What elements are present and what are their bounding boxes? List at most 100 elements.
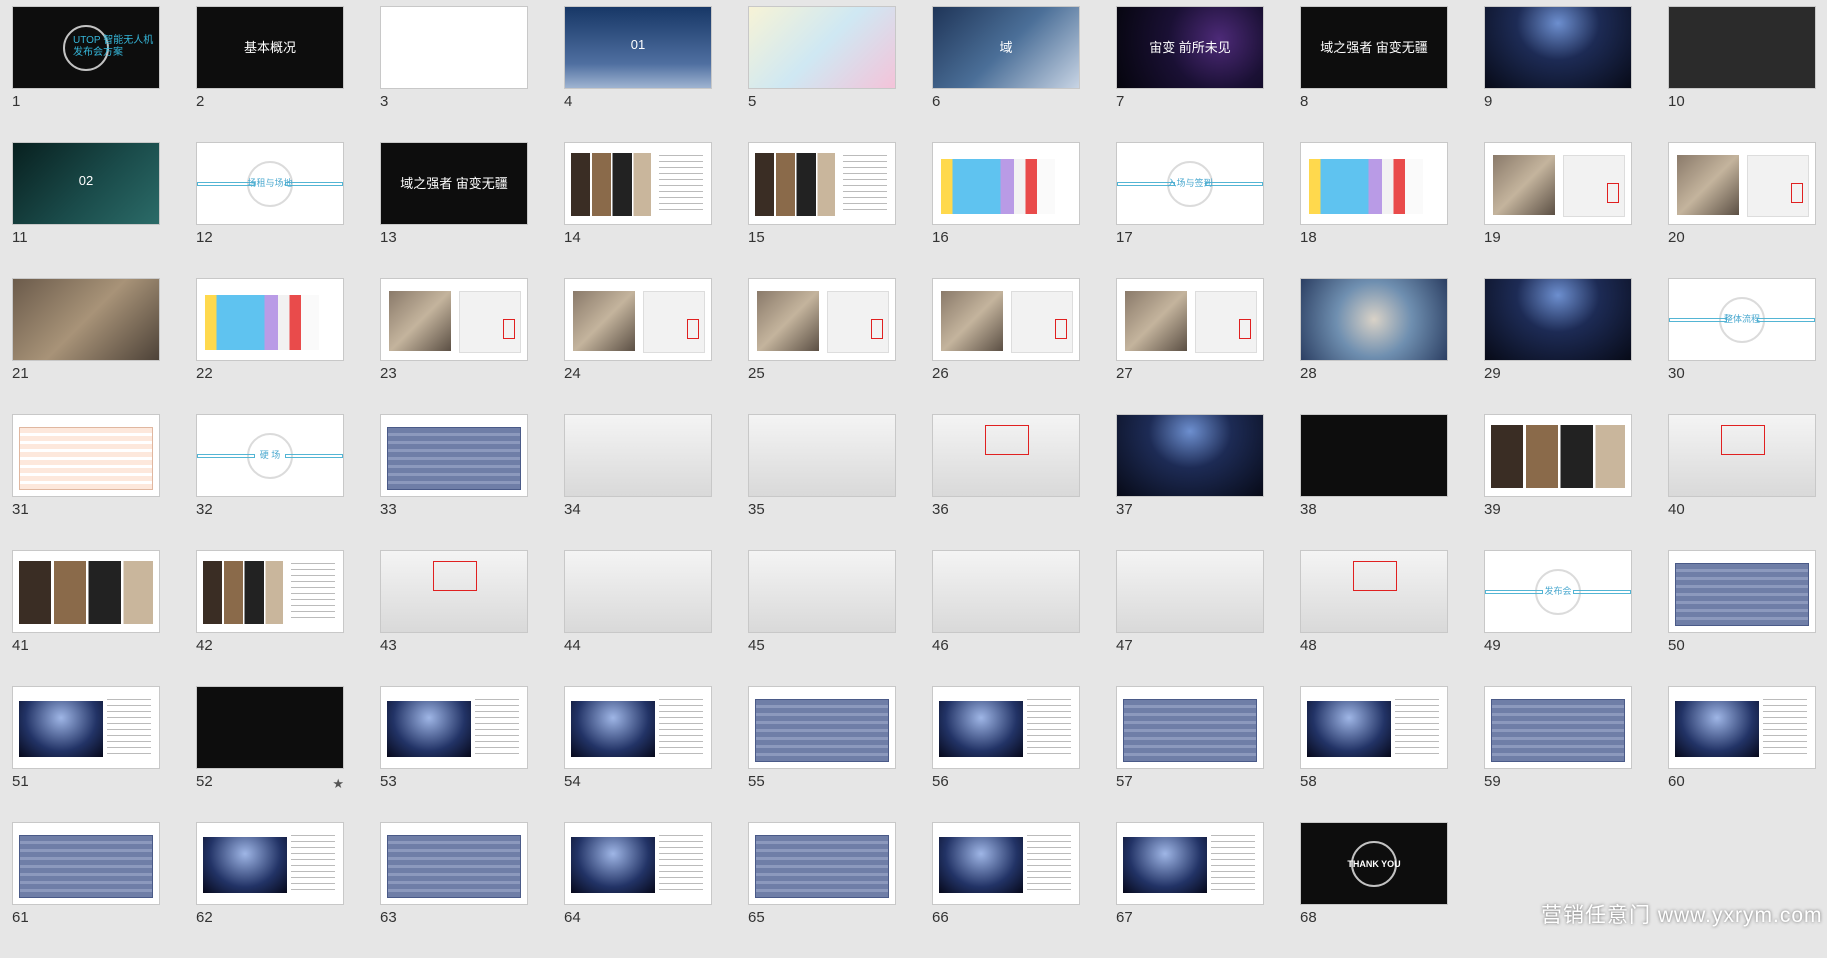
- slide-cell: THANK YOU 68: [1300, 822, 1448, 958]
- slide-thumbnail[interactable]: [748, 686, 896, 769]
- slide-thumbnail[interactable]: [748, 6, 896, 89]
- slide-cell: 20: [1668, 142, 1816, 278]
- slide-thumbnail[interactable]: [748, 550, 896, 633]
- slide-thumbnail[interactable]: [12, 550, 160, 633]
- slide-thumbnail[interactable]: [564, 278, 712, 361]
- slide-thumbnail[interactable]: [564, 550, 712, 633]
- slide-cell: 52 ★: [196, 686, 344, 822]
- slide-thumbnail[interactable]: [12, 278, 160, 361]
- slide-thumbnail[interactable]: [1668, 550, 1816, 633]
- slide-cell: 42: [196, 550, 344, 686]
- slide-thumbnail[interactable]: 硬 场: [196, 414, 344, 497]
- slide-thumbnail[interactable]: [748, 822, 896, 905]
- slide-thumbnail[interactable]: [380, 6, 528, 89]
- slide-thumbnail[interactable]: [932, 278, 1080, 361]
- slide-thumbnail[interactable]: [196, 278, 344, 361]
- slide-thumbnail[interactable]: 01: [564, 6, 712, 89]
- slide-cell: 53: [380, 686, 528, 822]
- slide-number: 47: [1116, 637, 1133, 654]
- slide-thumbnail[interactable]: [1116, 686, 1264, 769]
- slide-cell: 65: [748, 822, 896, 958]
- slide-thumbnail[interactable]: [1300, 414, 1448, 497]
- slide-thumbnail[interactable]: [1484, 278, 1632, 361]
- slide-thumbnail[interactable]: [380, 686, 528, 769]
- slide-thumbnail[interactable]: [1668, 686, 1816, 769]
- floor-plan: [941, 159, 1055, 214]
- slide-thumbnail[interactable]: [1484, 142, 1632, 225]
- slide-thumbnail[interactable]: [1300, 142, 1448, 225]
- slide-thumbnail[interactable]: UTOP 智能无人机 发布会方案: [12, 6, 160, 89]
- stage-photo: [387, 701, 471, 757]
- slide-thumbnail[interactable]: [1484, 414, 1632, 497]
- slide-thumbnail[interactable]: 场租与场地: [196, 142, 344, 225]
- slide-thumbnail[interactable]: 域之强者 宙变无疆: [380, 142, 528, 225]
- photo-collage: [755, 153, 835, 216]
- slide-thumbnail[interactable]: [748, 414, 896, 497]
- slide-number: 14: [564, 229, 581, 246]
- slide-thumbnail[interactable]: [748, 278, 896, 361]
- slide-cell: 18: [1300, 142, 1448, 278]
- slide-thumbnail[interactable]: [1116, 550, 1264, 633]
- slide-thumbnail[interactable]: [380, 278, 528, 361]
- slide-cell: 39: [1484, 414, 1632, 550]
- slide-thumbnail[interactable]: 整体流程: [1668, 278, 1816, 361]
- slide-thumbnail[interactable]: [380, 822, 528, 905]
- slide-thumbnail[interactable]: 入场与签到: [1116, 142, 1264, 225]
- slide-thumbnail[interactable]: 宙变 前所未见: [1116, 6, 1264, 89]
- slide-thumbnail[interactable]: [932, 414, 1080, 497]
- slide-cell: 43: [380, 550, 528, 686]
- slide-number: 65: [748, 909, 765, 926]
- slide-cell: 34: [564, 414, 712, 550]
- slide-thumbnail[interactable]: [1116, 278, 1264, 361]
- slide-number: 29: [1484, 365, 1501, 382]
- slide-thumbnail[interactable]: [1300, 550, 1448, 633]
- highlight-box: [985, 425, 1029, 455]
- slide-number: 21: [12, 365, 29, 382]
- slide-thumbnail[interactable]: [1116, 822, 1264, 905]
- slide-thumbnail[interactable]: [564, 414, 712, 497]
- slide-cell: 25: [748, 278, 896, 414]
- slide-thumbnail[interactable]: [564, 142, 712, 225]
- slide-thumbnail[interactable]: [1484, 6, 1632, 89]
- slide-thumbnail[interactable]: [932, 550, 1080, 633]
- slide-thumbnail[interactable]: [932, 822, 1080, 905]
- slide-thumbnail[interactable]: [564, 822, 712, 905]
- slide-thumbnail[interactable]: [196, 550, 344, 633]
- slide-cell: 66: [932, 822, 1080, 958]
- slide-thumbnail[interactable]: [1484, 686, 1632, 769]
- highlight-box: [1721, 425, 1765, 455]
- text-block: [475, 699, 519, 755]
- slide-thumbnail[interactable]: 域: [932, 6, 1080, 89]
- slide-thumbnail[interactable]: [380, 414, 528, 497]
- slide-thumbnail[interactable]: [196, 822, 344, 905]
- slide-cell: 60: [1668, 686, 1816, 822]
- slide-thumbnail[interactable]: [196, 686, 344, 769]
- slide-thumbnail[interactable]: [380, 550, 528, 633]
- slide-thumbnail[interactable]: 02: [12, 142, 160, 225]
- slide-thumbnail[interactable]: 基本概况: [196, 6, 344, 89]
- slide-thumbnail[interactable]: [1300, 278, 1448, 361]
- slide-thumbnail[interactable]: [12, 822, 160, 905]
- slide-thumbnail[interactable]: 发布会: [1484, 550, 1632, 633]
- slide-thumbnail[interactable]: [748, 142, 896, 225]
- slide-thumbnail[interactable]: [1668, 142, 1816, 225]
- highlight-box: [1353, 561, 1397, 591]
- slide-cell: 21: [12, 278, 160, 414]
- slide-cell: 56: [932, 686, 1080, 822]
- slide-number: 58: [1300, 773, 1317, 790]
- slide-thumbnail[interactable]: 域之强者 宙变无疆: [1300, 6, 1448, 89]
- slide-thumbnail[interactable]: [932, 686, 1080, 769]
- slide-thumbnail[interactable]: [564, 686, 712, 769]
- slide-thumbnail[interactable]: [1116, 414, 1264, 497]
- slide-number: 68: [1300, 909, 1317, 926]
- slide-thumbnail[interactable]: [12, 686, 160, 769]
- slide-thumbnail[interactable]: [1668, 414, 1816, 497]
- slide-thumbnail[interactable]: [12, 414, 160, 497]
- slide-thumbnail[interactable]: THANK YOU: [1300, 822, 1448, 905]
- slide-thumbnail[interactable]: [1300, 686, 1448, 769]
- text-block: [291, 563, 335, 619]
- slide-thumbnail[interactable]: [932, 142, 1080, 225]
- slide-number: 61: [12, 909, 29, 926]
- slide-thumbnail[interactable]: [1668, 6, 1816, 89]
- slide-headline: 01: [630, 37, 646, 52]
